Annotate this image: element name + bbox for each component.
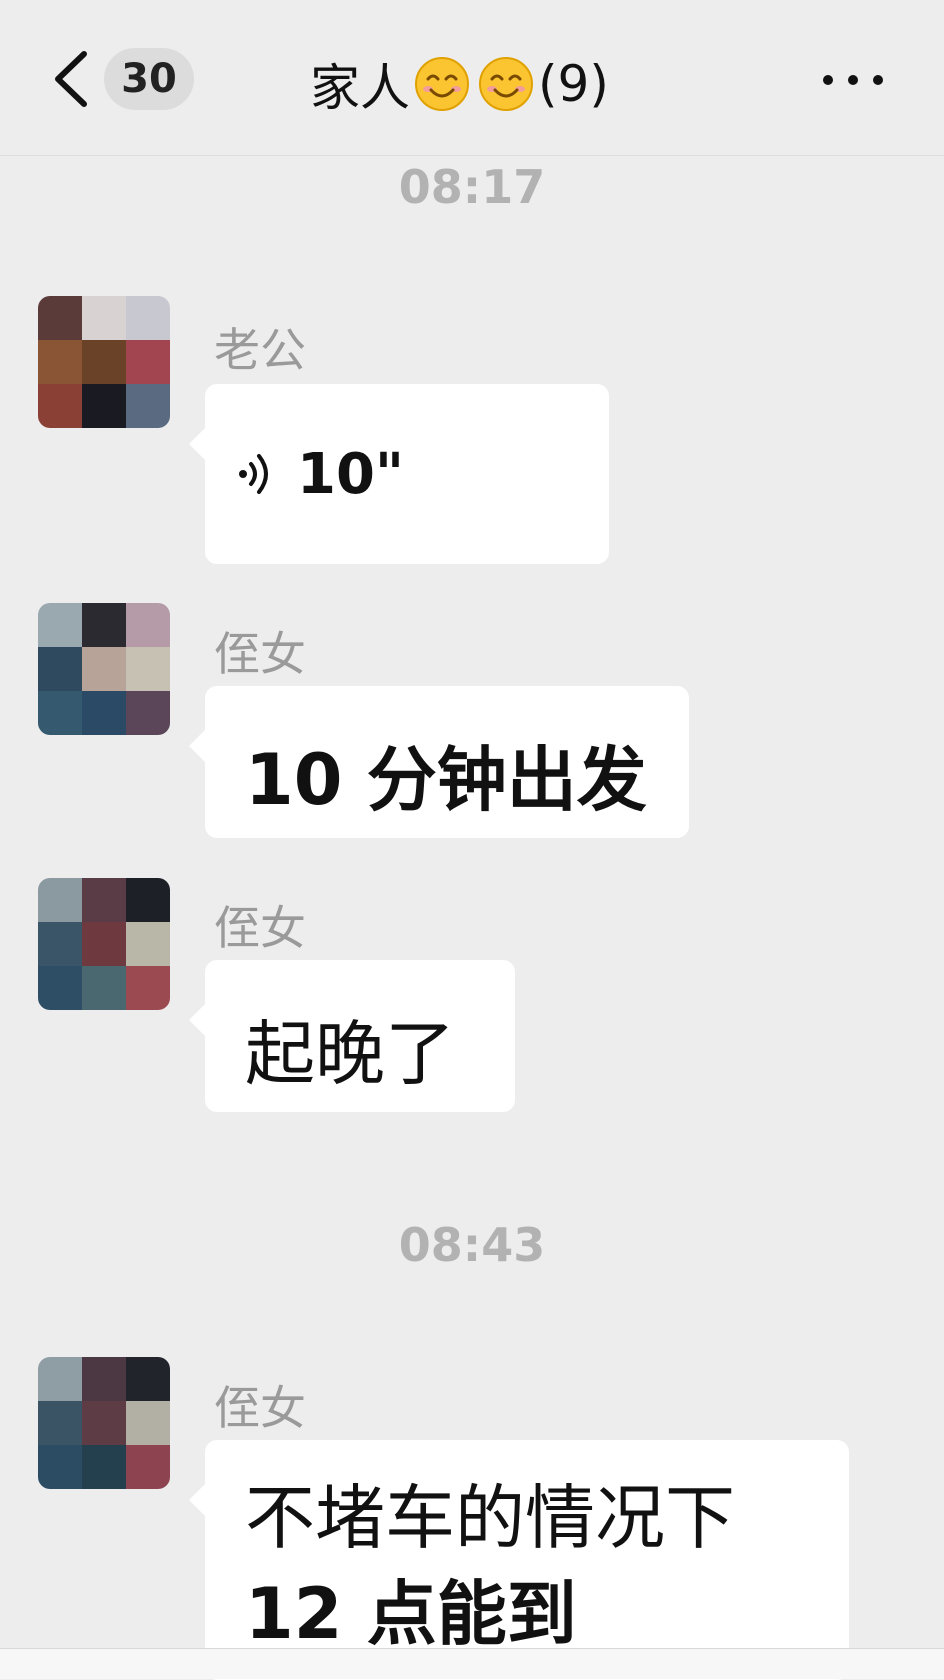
- text-message-bubble[interactable]: 不堵车的情况下 12 点能到: [189, 1440, 849, 1680]
- sender-name: 侄女: [214, 627, 306, 681]
- voice-wave-icon: [239, 454, 268, 494]
- more-dots-icon[interactable]: [818, 70, 898, 90]
- smiling-face-icon: [479, 57, 533, 111]
- chat-title-text: 家人: [310, 59, 410, 117]
- text-message-bubble[interactable]: 10 分钟出发: [189, 686, 689, 838]
- chat-title: 家人 (9): [310, 44, 609, 124]
- avatar[interactable]: [38, 296, 170, 428]
- message-text: 10 分钟出发: [245, 739, 647, 821]
- timestamp: 08:17: [398, 160, 546, 214]
- chat-header: 30 家人 (9): [0, 0, 944, 156]
- input-bar: [0, 1648, 944, 1679]
- timestamp: 08:43: [398, 1218, 546, 1272]
- message-text-line: 不堵车的情况下: [245, 1477, 735, 1559]
- avatar[interactable]: [38, 603, 170, 735]
- sender-name: 老公: [214, 323, 306, 377]
- chevron-left-icon[interactable]: [48, 48, 94, 110]
- smiling-face-icon: [415, 57, 469, 111]
- avatar[interactable]: [38, 878, 170, 1010]
- sender-name: 侄女: [214, 1381, 306, 1435]
- voice-message-bubble[interactable]: 10": [189, 384, 609, 564]
- sender-name: 侄女: [214, 901, 306, 955]
- message-text: 起晚了: [245, 1013, 455, 1095]
- avatar[interactable]: [38, 1357, 170, 1489]
- voice-duration: 10": [297, 441, 405, 507]
- member-count: (9): [538, 55, 609, 113]
- unread-count-badge[interactable]: 30: [104, 48, 194, 110]
- text-message-bubble[interactable]: 起晚了: [189, 960, 515, 1112]
